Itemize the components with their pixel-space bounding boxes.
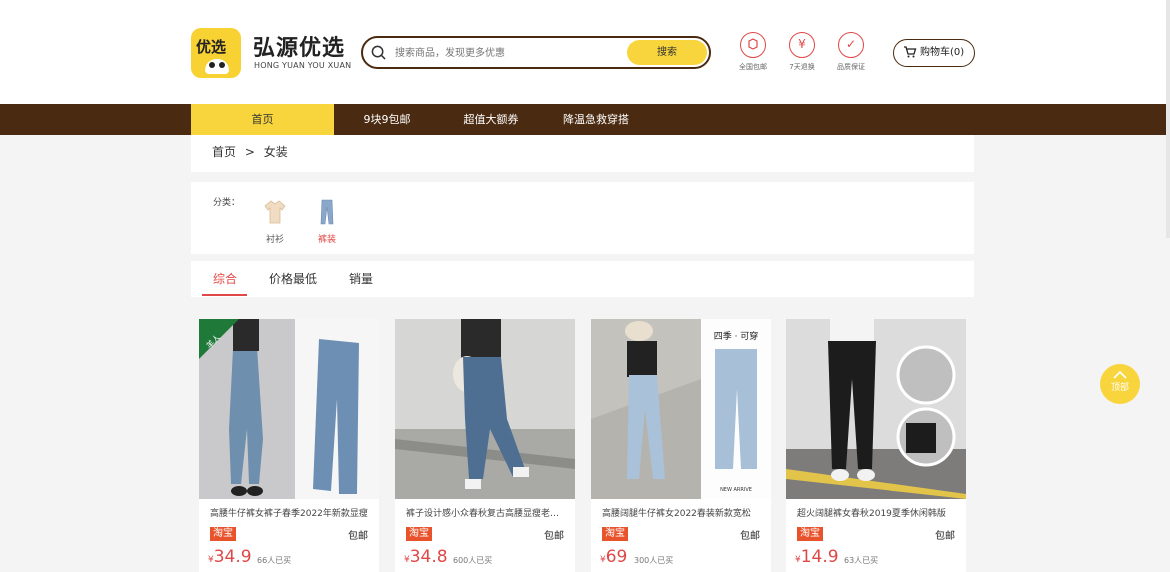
category-name: 裤装: [317, 235, 336, 245]
price-value: 14.9: [800, 547, 839, 567]
taobao-badge: 淘宝: [406, 527, 432, 541]
service-label: 7天退换: [789, 63, 815, 71]
price-value: 34.8: [409, 547, 448, 567]
nav-item-coupons[interactable]: 超值大额券: [448, 104, 534, 135]
cart-icon: [904, 46, 917, 58]
sort-bar: 综合 价格最低 销量: [191, 261, 974, 297]
search-button[interactable]: 搜索: [627, 40, 707, 65]
sort-sales[interactable]: 销量: [349, 270, 373, 287]
product-image[interactable]: 羊人: [199, 319, 379, 499]
shipping-label: 包邮: [935, 531, 955, 542]
breadcrumb-separator: >: [244, 145, 255, 159]
jeans-icon: [320, 199, 334, 225]
nav-item-warm-outfits[interactable]: 降温急救穿搭: [551, 104, 641, 135]
product-card[interactable]: 羊人 高腰牛仔裤女裤子春季2022年新款显瘦 淘宝 包邮 ¥34.9 66人已买: [199, 319, 379, 572]
product-image[interactable]: [786, 319, 966, 499]
sort-price-lowest[interactable]: 价格最低: [269, 270, 317, 287]
search-icon: [371, 45, 386, 60]
sold-count: 300人已买: [634, 556, 674, 565]
taobao-badge: 淘宝: [797, 527, 823, 541]
main-nav: 首页 9块9包邮 超值大额券 降温急救穿搭: [0, 104, 1170, 135]
cart-button[interactable]: 购物车(0): [893, 39, 975, 67]
service-returns: ¥ 7天退换: [782, 32, 822, 72]
sold-count: 66人已买: [257, 556, 292, 565]
brand-logo[interactable]: 优选: [191, 28, 241, 78]
service-label: 品质保证: [837, 63, 865, 71]
category-name: 衬衫: [265, 235, 284, 245]
product-title[interactable]: 高腰牛仔裤女裤子春季2022年新款显瘦: [210, 506, 370, 519]
taobao-badge: 淘宝: [210, 527, 236, 541]
taobao-badge: 淘宝: [602, 527, 628, 541]
shirt-icon: [264, 200, 286, 224]
sort-active-indicator: [202, 294, 247, 296]
site-header: 优选 弘源优选 HONG YUAN YOU XUAN 搜索 全国包邮 ¥ 7天退…: [0, 0, 1170, 104]
product-image[interactable]: [395, 319, 575, 499]
cart-label: 购物车(0): [920, 47, 965, 58]
product-image[interactable]: 四季 · 可穿 NEW ARRIVE: [591, 319, 771, 499]
service-label: 全国包邮: [739, 63, 767, 71]
category-shirts[interactable]: 衬衫: [260, 199, 290, 245]
search-bar: 搜索: [361, 36, 711, 69]
price-value: 34.9: [213, 547, 252, 567]
panda-icon: [205, 59, 229, 74]
category-filter: 分类： 衬衫 裤装: [191, 182, 974, 254]
back-to-top-label: 顶部: [1110, 383, 1129, 393]
product-title[interactable]: 裤子设计感小众春秋复古高腰显瘦老爹裤: [406, 506, 566, 519]
product-title[interactable]: 高腰阔腿牛仔裤女2022春装新款宽松: [602, 506, 762, 519]
product-card[interactable]: 四季 · 可穿 NEW ARRIVE 高腰阔腿牛仔裤女2022春装新款宽松 淘宝…: [591, 319, 771, 572]
sold-count: 63人已买: [844, 556, 879, 565]
product-price: ¥34.8: [404, 547, 448, 567]
product-price: ¥14.9: [795, 547, 839, 567]
product-price: ¥34.9: [208, 547, 252, 567]
nav-item-9-9[interactable]: 9块9包邮: [350, 104, 424, 135]
banner-subtext: NEW ARRIVE: [720, 487, 752, 493]
service-quality: ✓ 品质保证: [831, 32, 871, 72]
yuan-icon: ¥: [789, 32, 815, 58]
breadcrumb: 首页 > 女装: [191, 135, 974, 172]
brand-name[interactable]: 弘源优选: [253, 30, 345, 62]
check-icon: ✓: [838, 32, 864, 58]
category-label: 分类：: [213, 198, 241, 208]
service-free-shipping: 全国包邮: [733, 32, 773, 72]
sold-count: 600人已买: [453, 556, 493, 565]
product-price: ¥69: [600, 547, 627, 567]
shipping-label: 包邮: [348, 531, 368, 542]
banner-text: 四季 · 可穿: [714, 330, 759, 342]
brand-name-en: HONG YUAN YOU XUAN: [254, 61, 352, 70]
shipping-label: 包邮: [544, 531, 564, 542]
nav-item-home[interactable]: 首页: [191, 104, 334, 135]
search-input[interactable]: [395, 43, 615, 63]
chevron-up-icon: [1113, 370, 1127, 379]
page-scrollbar[interactable]: [1166, 0, 1170, 238]
breadcrumb-home[interactable]: 首页: [212, 145, 236, 159]
breadcrumb-current: 女装: [263, 145, 288, 159]
product-title[interactable]: 超火阔腿裤女春秋2019夏季休闲韩版: [797, 506, 957, 519]
product-card[interactable]: 超火阔腿裤女春秋2019夏季休闲韩版 淘宝 包邮 ¥14.9 63人已买: [786, 319, 966, 572]
sort-default[interactable]: 综合: [213, 270, 237, 287]
back-to-top-button[interactable]: 顶部: [1100, 364, 1140, 404]
category-pants[interactable]: 裤装: [312, 199, 342, 245]
package-icon: [740, 32, 766, 58]
shipping-label: 包邮: [740, 531, 760, 542]
price-value: 69: [605, 547, 628, 567]
product-card[interactable]: 裤子设计感小众春秋复古高腰显瘦老爹裤 淘宝 包邮 ¥34.8 600人已买: [395, 319, 575, 572]
logo-text: 优选: [196, 38, 227, 56]
